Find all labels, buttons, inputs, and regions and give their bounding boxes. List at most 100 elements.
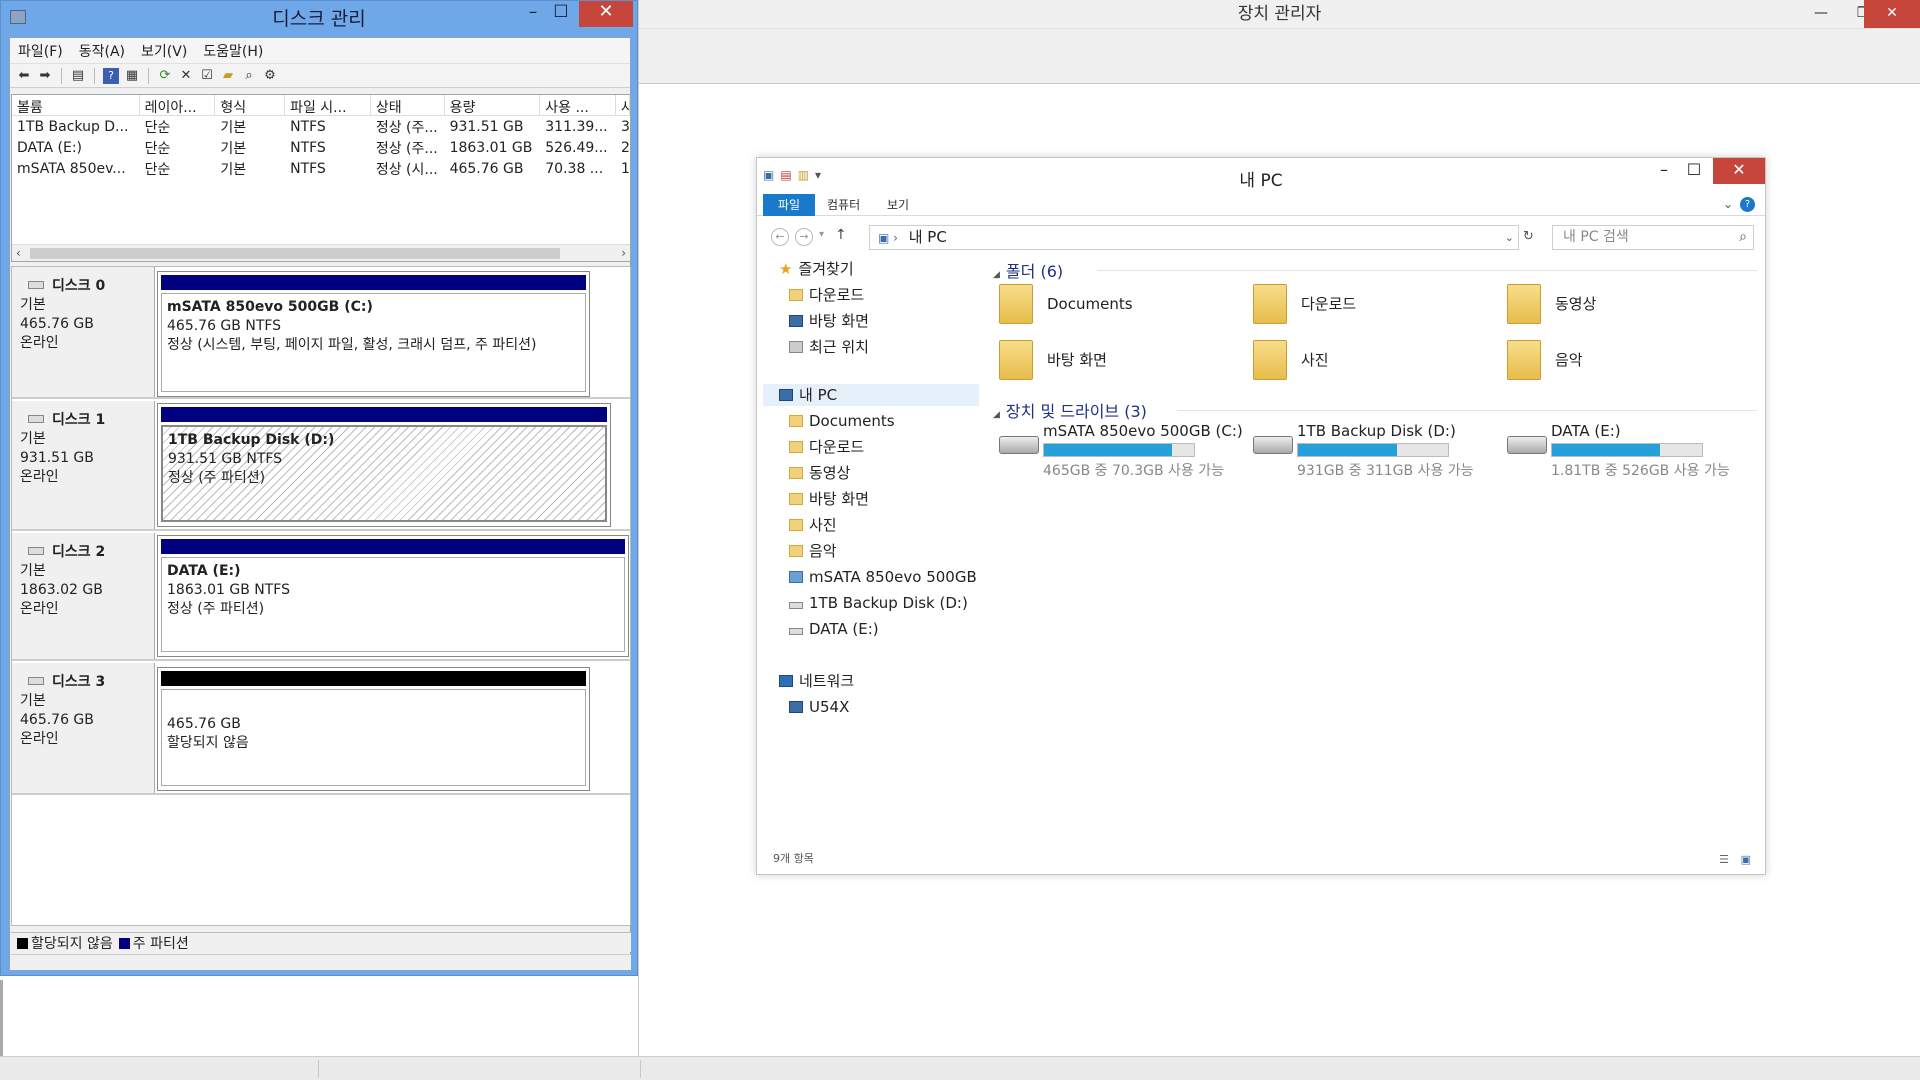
back-button[interactable]: ← — [771, 228, 789, 246]
address-box[interactable]: ▣ › 내 PC ⌄ — [869, 225, 1519, 250]
folder-icon — [999, 284, 1033, 324]
scroll-left-icon[interactable]: ‹ — [16, 245, 21, 262]
volume-capacity: 931.51 GB — [449, 118, 524, 135]
nav-item[interactable]: 다운로드 — [789, 284, 864, 306]
column-header-capacity[interactable]: 용량 — [445, 95, 541, 115]
column-header-type[interactable]: 형식 — [215, 95, 286, 115]
check-icon[interactable]: ☑ — [199, 68, 215, 84]
drive-item[interactable]: mSATA 850evo 500GB (C:) 465GB 중 70.3GB 사… — [995, 422, 1243, 479]
drive-item[interactable]: DATA (E:) 1.81TB 중 526GB 사용 가능 — [1503, 422, 1730, 479]
back-arrow-icon[interactable]: ⬅ — [16, 68, 32, 84]
menu-file[interactable]: 파일(F) — [18, 41, 63, 61]
nav-item[interactable]: U54X — [789, 696, 849, 718]
nav-item[interactable]: 음악 — [789, 540, 837, 562]
disk-row[interactable]: 디스크 0 기본 465.76 GB 온라인 mSATA 850evo 500G… — [12, 267, 630, 399]
folder-item[interactable]: Documents — [999, 280, 1199, 328]
console-tree-icon[interactable]: ▤ — [70, 68, 86, 84]
status-divider — [318, 1060, 319, 1078]
nav-item[interactable]: 사진 — [789, 514, 837, 536]
partition-info: mSATA 850evo 500GB (C:) 465.76 GB NTFS 정… — [161, 293, 586, 392]
partition-d[interactable]: 1TB Backup Disk (D:) 931.51 GB NTFS 정상 (… — [157, 403, 611, 527]
nav-item[interactable]: DATA (E:) — [789, 618, 879, 640]
column-header-percent[interactable]: 사 — [616, 95, 630, 115]
nav-item[interactable]: 다운로드 — [789, 436, 864, 458]
nav-item[interactable]: Documents — [789, 410, 895, 432]
section-divider — [1097, 270, 1757, 271]
close-button[interactable]: ✕ — [1713, 158, 1765, 184]
disk-graphical-view: 디스크 0 기본 465.76 GB 온라인 mSATA 850evo 500G… — [11, 266, 631, 926]
menu-action[interactable]: 동작(A) — [79, 41, 125, 61]
folder-item[interactable]: 음악 — [1507, 336, 1707, 384]
address-dropdown-icon[interactable]: ⌄ — [1505, 226, 1514, 249]
nav-item[interactable]: 1TB Backup Disk (D:) — [789, 592, 968, 614]
folder-item[interactable]: 동영상 — [1507, 280, 1707, 328]
ribbon-expand-icon[interactable]: ⌄ — [1723, 197, 1733, 211]
column-header-volume[interactable]: 볼륨 — [12, 95, 140, 115]
nav-item[interactable]: mSATA 850evo 500GB (C — [789, 566, 979, 588]
folder-item[interactable]: 다운로드 — [1253, 280, 1453, 328]
volume-row[interactable]: DATA (E:) 단순 기본 NTFS 정상 (주... 1863.01 GB… — [12, 137, 630, 158]
menu-help[interactable]: 도움말(H) — [203, 41, 263, 61]
help-icon[interactable]: ? — [103, 67, 119, 84]
large-icons-view-icon[interactable]: ▣ — [1741, 853, 1751, 866]
disk-row[interactable]: 디스크 3 기본 465.76 GB 온라인 465.76 GB 할당되지 않음 — [12, 663, 630, 795]
drives-section-header[interactable]: ◢ 장치 및 드라이브 (3) — [993, 398, 1147, 422]
properties-icon[interactable]: ▦ — [124, 68, 140, 84]
volume-row[interactable]: 1TB Backup D... 단순 기본 NTFS 정상 (주... 931.… — [12, 116, 630, 137]
disk-row[interactable]: 디스크 2 기본 1863.02 GB 온라인 DATA (E:) 1863.0… — [12, 533, 630, 661]
volume-type: 기본 — [220, 161, 247, 178]
tab-computer[interactable]: 컴퓨터 — [819, 194, 868, 216]
nav-item[interactable]: 바탕 화면 — [789, 310, 869, 332]
horizontal-scrollbar[interactable]: ‹ › — [12, 244, 630, 261]
scrollbar-thumb[interactable] — [30, 248, 560, 259]
search-icon[interactable]: ⌕ — [241, 68, 257, 84]
drive-item[interactable]: 1TB Backup Disk (D:) 931GB 중 311GB 사용 가능 — [1249, 422, 1474, 479]
explorer-window: ▣ ▤ ▥ ▾ 내 PC – ☐ ✕ 파일 컴퓨터 보기 ⌄ ? ← → ▾ ↑… — [756, 157, 1766, 875]
disk-row[interactable]: 디스크 1 기본 931.51 GB 온라인 1TB Backup Disk (… — [12, 401, 630, 531]
nav-favorites[interactable]: ★ 즐겨찾기 — [779, 258, 854, 280]
explorer-titlebar: ▣ ▤ ▥ ▾ 내 PC – ☐ ✕ — [757, 158, 1765, 194]
close-button[interactable]: ✕ — [1864, 0, 1920, 28]
refresh-icon[interactable]: ↻ — [1523, 229, 1534, 244]
legend-swatch — [17, 938, 28, 949]
menu-view[interactable]: 보기(V) — [141, 41, 187, 61]
nav-item[interactable]: 동영상 — [789, 462, 850, 484]
column-header-free[interactable]: 사용 ... — [540, 95, 617, 115]
refresh-icon[interactable]: ⟳ — [157, 68, 173, 84]
tab-file[interactable]: 파일 — [763, 194, 815, 216]
forward-arrow-icon[interactable]: ➡ — [37, 68, 53, 84]
maximize-button[interactable]: ☐ — [541, 1, 581, 27]
column-header-filesystem[interactable]: 파일 시... — [285, 95, 371, 115]
maximize-button[interactable]: ☐ — [1677, 158, 1711, 184]
nav-item[interactable]: 바탕 화면 — [789, 488, 869, 510]
recent-locations-icon[interactable]: ▾ — [819, 229, 824, 240]
folders-section-header[interactable]: ◢ 폴더 (6) — [993, 258, 1063, 282]
settings-icon[interactable]: ⚙ — [262, 68, 278, 84]
search-input[interactable]: 내 PC 검색 ⌕ — [1552, 225, 1754, 250]
scroll-right-icon[interactable]: › — [621, 245, 626, 262]
close-button[interactable]: ✕ — [579, 1, 633, 27]
disk-management-client: 파일(F) 동작(A) 보기(V) 도움말(H) ⬅ ➡ ▤ ? ▦ ⟳ ✕ ☑… — [9, 37, 631, 971]
minimize-button[interactable]: – — [1647, 158, 1681, 184]
forward-button[interactable]: → — [795, 228, 813, 246]
delete-icon[interactable]: ✕ — [178, 68, 194, 84]
column-header-layout[interactable]: 레이아... — [140, 95, 216, 115]
up-arrow-icon[interactable]: ↑ — [835, 227, 847, 243]
column-header-status[interactable]: 상태 — [371, 95, 445, 115]
partition-e[interactable]: DATA (E:) 1863.01 GB NTFS 정상 (주 파티션) — [157, 535, 629, 657]
help-icon[interactable]: ? — [1740, 197, 1755, 212]
open-folder-icon[interactable]: ▰ — [220, 68, 236, 84]
folder-item[interactable]: 사진 — [1253, 336, 1453, 384]
minimize-button[interactable]: — — [1797, 0, 1845, 28]
partition-title: 1TB Backup Disk (D:) — [168, 432, 335, 448]
unallocated-space[interactable]: 465.76 GB 할당되지 않음 — [157, 667, 590, 791]
tab-view[interactable]: 보기 — [879, 194, 917, 216]
nav-this-pc[interactable]: 내 PC — [763, 384, 979, 406]
folder-item[interactable]: 바탕 화면 — [999, 336, 1199, 384]
nav-item[interactable]: 최근 위치 — [789, 336, 869, 358]
volume-row[interactable]: mSATA 850ev... 단순 기본 NTFS 정상 (시... 465.7… — [12, 158, 630, 179]
details-view-icon[interactable]: ☰ — [1719, 853, 1729, 866]
partition-size: 1863.01 GB NTFS — [167, 582, 290, 598]
nav-network[interactable]: 네트워크 — [779, 670, 854, 692]
partition-c[interactable]: mSATA 850evo 500GB (C:) 465.76 GB NTFS 정… — [157, 271, 590, 397]
